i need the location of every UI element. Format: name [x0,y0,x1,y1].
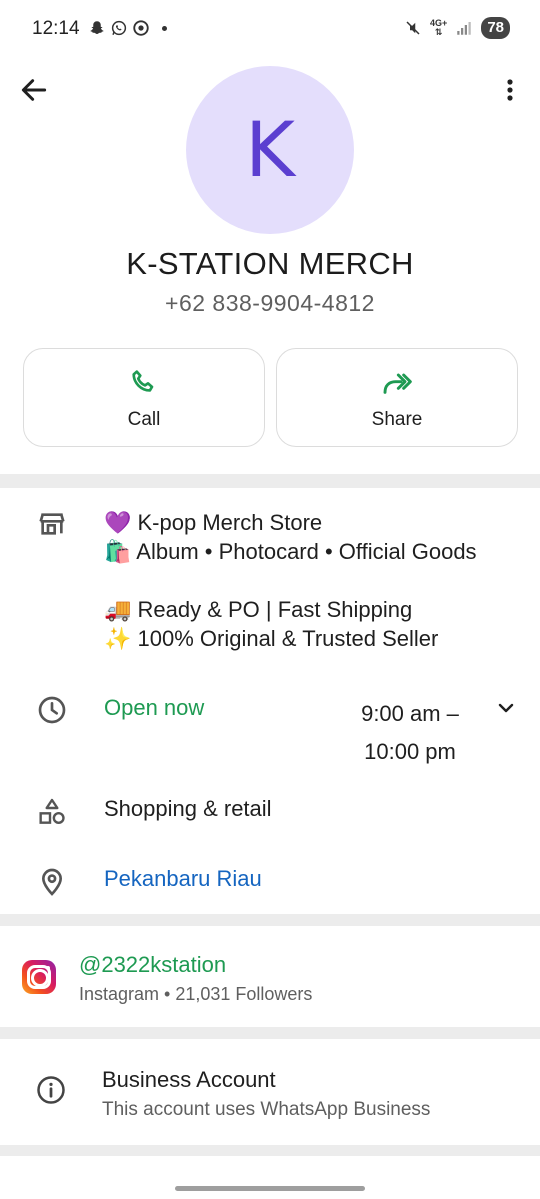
contact-phone: +62 838-9904-4812 [165,290,375,316]
share-label: Share [371,409,423,430]
avatar[interactable]: K [186,66,354,234]
business-location-link[interactable]: Pekanbaru Riau [104,866,262,892]
status-time: 12:14 [32,18,80,39]
share-arrow-icon [383,373,412,394]
instagram-followers: Instagram • 21,031 Followers [79,984,313,1004]
clock-icon [38,696,66,724]
location-pin-icon [41,868,63,896]
share-button[interactable]: Share [276,348,518,447]
call-label: Call [127,409,161,430]
business-category: Shopping & retail [104,796,272,821]
phone-icon [132,370,154,392]
open-status: Open now [104,695,205,720]
storefront-icon [39,513,65,535]
signal-icon [457,22,472,35]
instagram-card[interactable]: @2322kstation Instagram • 21,031 Followe… [0,926,540,1027]
contact-header: K K-STATION MERCH +62 838-9904-4812 Call… [0,60,540,474]
network-type: 4G+ ⇅ [430,18,448,37]
snapchat-icon [90,21,104,34]
call-button[interactable]: Call [23,348,265,447]
battery-level: 78 [481,17,510,39]
instagram-handle[interactable]: @2322kstation [79,952,226,978]
mute-icon [406,21,420,35]
more-options-icon[interactable] [498,74,522,106]
business-account-title: Business Account [102,1067,276,1092]
business-account-subtitle: This account uses WhatsApp Business [102,1099,431,1120]
business-hours[interactable]: 9:00 am – 10:00 pm [340,695,480,771]
more-notifications-dot [162,25,167,31]
instagram-icon [22,960,56,994]
contact-name: K-STATION MERCH [126,246,414,281]
info-icon [37,1076,65,1104]
system-status: 4G+ ⇅ 78 [404,17,510,39]
business-description: 💜 K-pop Merch Store 🛍️ Album • Photocard… [104,510,477,651]
home-indicator[interactable] [175,1186,365,1191]
bottom-area [0,1156,540,1199]
notification-icons [88,19,167,37]
chevron-down-icon[interactable] [494,696,518,720]
chrome-icon [133,20,149,36]
whatsapp-icon [111,20,127,36]
back-arrow-icon[interactable] [18,74,50,106]
category-shapes-icon [39,798,65,824]
business-info-card: 💜 K-pop Merch Store 🛍️ Album • Photocard… [0,488,540,914]
business-account-card[interactable]: Business Account This account uses Whats… [0,1039,540,1145]
status-bar: 12:14 4G+ ⇅ 78 [0,0,540,60]
